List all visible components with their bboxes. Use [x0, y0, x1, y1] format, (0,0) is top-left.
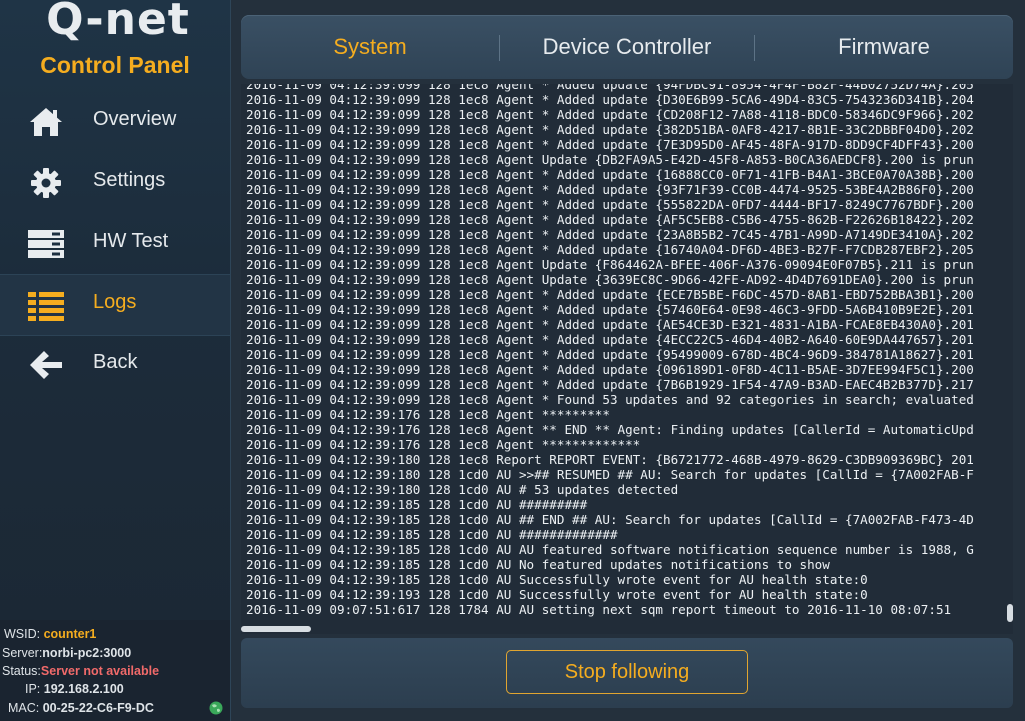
gear-icon	[31, 168, 61, 198]
server-value: norbi-pc2:3000	[42, 646, 132, 660]
tab-firmware[interactable]: Firmware	[755, 15, 1013, 79]
log-line: 2016-11-09 04:12:39:099 128 1ec8 Agent U…	[246, 257, 974, 272]
wsid-row: WSID: counter1	[4, 627, 96, 641]
status-value: Server not available	[40, 664, 160, 678]
vertical-scrollbar-thumb[interactable]	[1007, 604, 1013, 622]
sidebar-item-label: Settings	[93, 169, 166, 191]
log-line: 2016-11-09 04:12:39:185 128 1cd0 AU AU f…	[246, 542, 974, 557]
log-line: 2016-11-09 04:12:39:099 128 1ec8 Agent *…	[246, 317, 974, 332]
log-line: 2016-11-09 04:12:39:099 128 1ec8 Agent *…	[246, 84, 974, 92]
sidebar-item-settings[interactable]: Settings	[0, 153, 230, 213]
log-line: 2016-11-09 04:12:39:176 128 1ec8 Agent *…	[246, 437, 641, 452]
sidebar-item-label: Overview	[93, 108, 177, 130]
server-row: Server:norbi-pc2:3000	[2, 646, 131, 660]
tab-system[interactable]: System	[241, 15, 499, 79]
log-line: 2016-11-09 04:12:39:099 128 1ec8 Agent *…	[246, 182, 974, 197]
logo: Q-net Control Panel	[0, 0, 230, 84]
main-panel: System Device Controller Firmware 2016-1…	[231, 0, 1025, 721]
log-line: 2016-11-09 04:12:39:180 128 1cd0 AU # 53…	[246, 482, 679, 497]
mac-label: MAC:	[8, 701, 40, 715]
home-icon	[30, 108, 62, 136]
footer-bar: Stop following	[241, 638, 1013, 708]
sidebar-item-overview[interactable]: Overview	[0, 92, 230, 152]
log-line: 2016-11-09 04:12:39:099 128 1ec8 Agent *…	[246, 377, 974, 392]
server-icon	[28, 230, 64, 258]
globe-icon	[209, 701, 223, 715]
horizontal-scrollbar-thumb[interactable]	[241, 626, 311, 632]
log-line: 2016-11-09 04:12:39:176 128 1ec8 Agent *…	[246, 422, 974, 437]
log-line: 2016-11-09 04:12:39:099 128 1ec8 Agent U…	[246, 272, 974, 287]
log-line: 2016-11-09 04:12:39:193 128 1cd0 AU Succ…	[246, 587, 868, 602]
server-label: Server:	[2, 646, 43, 660]
log-line: 2016-11-09 04:12:39:185 128 1cd0 AU ####…	[246, 497, 588, 512]
log-line: 2016-11-09 04:12:39:099 128 1ec8 Agent U…	[246, 152, 974, 167]
ip-row: IP: 192.168.2.100	[25, 682, 124, 696]
logo-text: Q-net	[46, 0, 190, 45]
sidebar: Q-net Control Panel Overview Settings HW…	[0, 0, 231, 721]
log-line: 2016-11-09 04:12:39:099 128 1ec8 Agent *…	[246, 227, 974, 242]
log-line: 2016-11-09 04:12:39:099 128 1ec8 Agent *…	[246, 332, 974, 347]
log-line: 2016-11-09 04:12:39:099 128 1ec8 Agent *…	[246, 362, 974, 377]
log-lines: 2016-11-09 04:12:39:099 128 1ec8 Agent *…	[246, 84, 1011, 617]
log-line: 2016-11-09 04:12:39:185 128 1cd0 AU No f…	[246, 557, 830, 572]
log-line: 2016-11-09 04:12:39:099 128 1ec8 Agent *…	[246, 137, 974, 152]
ip-value: 192.168.2.100	[43, 682, 124, 696]
status-label: Status:	[2, 664, 41, 678]
log-line: 2016-11-09 04:12:39:099 128 1ec8 Agent *…	[246, 107, 974, 122]
log-line: 2016-11-09 09:07:51:617 128 1784 AU AU s…	[246, 602, 952, 617]
log-line: 2016-11-09 04:12:39:099 128 1ec8 Agent *…	[246, 212, 974, 227]
mac-row: MAC: 00-25-22-C6-F9-DC	[8, 701, 154, 715]
log-line: 2016-11-09 04:12:39:099 128 1ec8 Agent *…	[246, 242, 974, 257]
log-line: 2016-11-09 04:12:39:099 128 1ec8 Agent *…	[246, 287, 974, 302]
wsid-label: WSID:	[4, 627, 41, 641]
mac-value: 00-25-22-C6-F9-DC	[42, 701, 154, 715]
sidebar-item-logs[interactable]: Logs	[0, 274, 230, 336]
log-line: 2016-11-09 04:12:39:099 128 1ec8 Agent *…	[246, 392, 974, 407]
tab-device-controller[interactable]: Device Controller	[500, 15, 754, 79]
wsid-value: counter1	[43, 627, 97, 641]
log-line: 2016-11-09 04:12:39:180 128 1cd0 AU >>##…	[246, 467, 974, 482]
log-line: 2016-11-09 04:12:39:185 128 1cd0 AU Succ…	[246, 572, 868, 587]
sidebar-item-back[interactable]: Back	[0, 335, 230, 395]
sidebar-item-label: HW Test	[93, 230, 169, 252]
log-line: 2016-11-09 04:12:39:099 128 1ec8 Agent *…	[246, 122, 974, 137]
log-line: 2016-11-09 04:12:39:099 128 1ec8 Agent *…	[246, 92, 974, 107]
log-line: 2016-11-09 04:12:39:176 128 1ec8 Agent *…	[246, 407, 610, 422]
tab-bar: System Device Controller Firmware	[241, 15, 1013, 79]
connection-info: WSID: counter1 Server:norbi-pc2:3000 Sta…	[0, 620, 230, 721]
log-line: 2016-11-09 04:12:39:099 128 1ec8 Agent *…	[246, 302, 974, 317]
log-viewer[interactable]: 2016-11-09 04:12:39:099 128 1ec8 Agent *…	[241, 84, 1013, 634]
list-icon	[28, 292, 64, 321]
arrow-left-icon	[30, 351, 62, 379]
log-line: 2016-11-09 04:12:39:185 128 1cd0 AU ####…	[246, 527, 618, 542]
sidebar-item-hw-test[interactable]: HW Test	[0, 214, 230, 274]
status-row: Status:Server not available	[2, 664, 159, 678]
log-line: 2016-11-09 04:12:39:099 128 1ec8 Agent *…	[246, 347, 974, 362]
sidebar-item-label: Back	[93, 351, 138, 373]
ip-label: IP:	[25, 682, 41, 696]
log-line: 2016-11-09 04:12:39:099 128 1ec8 Agent *…	[246, 197, 974, 212]
horizontal-scrollbar[interactable]	[241, 624, 1013, 632]
log-line: 2016-11-09 04:12:39:185 128 1cd0 AU ## E…	[246, 512, 974, 527]
app-subtitle: Control Panel	[40, 52, 190, 78]
log-line: 2016-11-09 04:12:39:099 128 1ec8 Agent *…	[246, 167, 974, 182]
sidebar-item-label: Logs	[93, 291, 137, 313]
log-line: 2016-11-09 04:12:39:180 128 1ec8 Report …	[246, 452, 974, 467]
stop-following-button[interactable]: Stop following	[506, 650, 748, 694]
